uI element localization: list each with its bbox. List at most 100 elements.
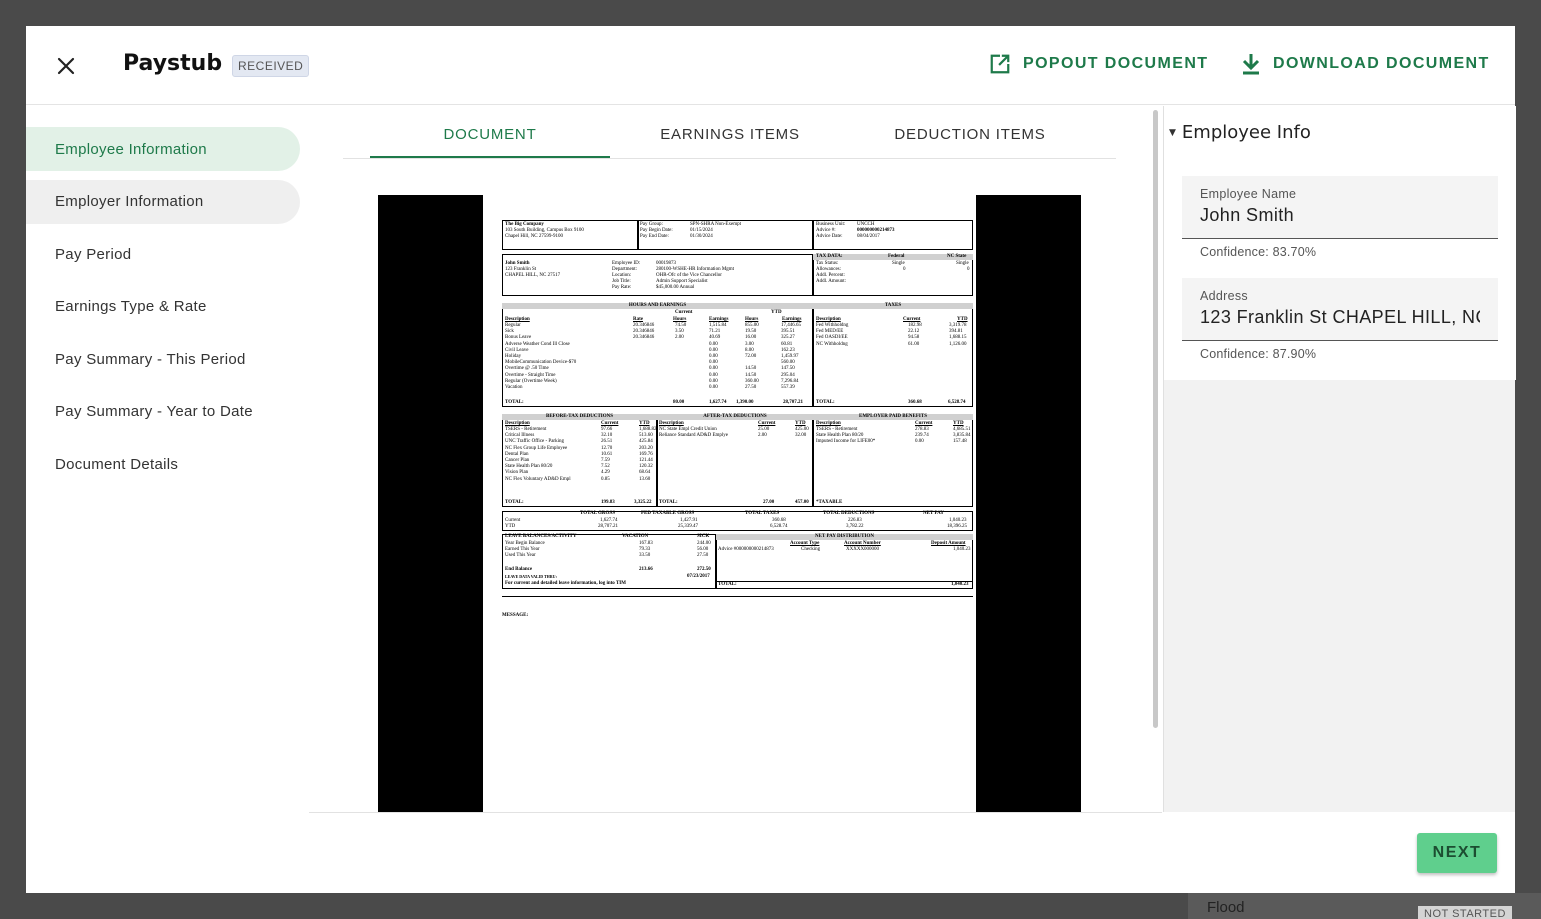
leave-cell: 272.50 — [697, 567, 711, 572]
document-viewer[interactable]: The Big Company 103 South Building, Camp… — [378, 195, 1081, 812]
earnings-cell: Adverse Weather Cond Ill Close — [505, 341, 570, 347]
net-pay-title: NET PAY DISTRIBUTION — [716, 534, 973, 540]
earnings-total-hours: 80.00 — [673, 400, 685, 405]
leave-cell: 244.00 — [697, 541, 711, 546]
after-tax-total-current: 27.00 — [763, 500, 775, 505]
deduction-cell: Imputed Income for LIFE00* — [816, 439, 876, 445]
nav-item-label: Document Details — [55, 455, 179, 473]
tax-cell: 1,126.00 — [949, 341, 967, 347]
tab-document[interactable]: DOCUMENT — [370, 114, 610, 158]
backdrop-status-badge: NOT STARTED — [1418, 906, 1512, 919]
employee-name-field[interactable]: Employee Name John Smith — [1182, 176, 1498, 239]
deduction-cell: 4,685.51 — [953, 427, 971, 432]
earnings-cell: 147.50 — [781, 366, 795, 372]
earnings-cell: Regular (Overtime Week) — [505, 378, 557, 384]
backdrop-flood-label: Flood — [1207, 899, 1245, 916]
document-scrollbar[interactable] — [1153, 110, 1158, 728]
nav-item-label: Earnings Type & Rate — [55, 298, 207, 315]
he-ytd-header: YTD — [771, 310, 782, 315]
download-icon — [1242, 54, 1260, 75]
nav-item-label: Pay Summary - This Period — [55, 350, 246, 368]
download-document-button[interactable]: DOWNLOAD DOCUMENT — [1241, 53, 1490, 75]
earnings-cell: 0.00 — [709, 341, 718, 347]
deduction-cell: TSERS - Retirement — [816, 427, 858, 432]
earnings-cell: 3.00 — [745, 341, 754, 347]
tax-cell: Fed MED/EE — [816, 329, 844, 335]
extraction-panel: ▼ Employee Info Employee Name John Smith… — [1163, 106, 1516, 812]
tax-cell: Fed OASDI/EE — [816, 335, 848, 341]
extraction-panel-content: ▼ Employee Info Employee Name John Smith… — [1164, 106, 1516, 380]
deduction-cell: 7.52 — [601, 464, 610, 470]
address-confidence: Confidence: 87.90% — [1200, 347, 1317, 361]
address-field[interactable]: Address 123 Franklin St CHAPEL HILL, NC … — [1182, 278, 1498, 341]
page-divider — [502, 596, 973, 597]
deduction-cell: 121.44 — [639, 458, 653, 463]
modal-header: Paystub RECEIVED POPOUT DOCUMENT DOWNLOA… — [26, 26, 1515, 105]
earnings-cell: 0.00 — [709, 347, 718, 353]
deduction-cell: 120.32 — [639, 464, 653, 470]
nav-item-pay-period[interactable]: Pay Period — [26, 232, 300, 276]
earnings-cell: 72.00 — [745, 354, 757, 359]
leave-cell: 213.66 — [639, 567, 653, 572]
net-pay-amount: 1,040.23 — [953, 547, 971, 552]
nav-item-document-details[interactable]: Document Details — [26, 442, 300, 486]
earnings-cell: 20.346846 — [633, 329, 655, 335]
address-label: Address — [1200, 289, 1248, 303]
earnings-cell: 0.00 — [709, 354, 718, 359]
nav-item-employee-information[interactable]: Employee Information — [26, 127, 300, 171]
address-value[interactable]: 123 Franklin St CHAPEL HILL, NC 2 — [1200, 307, 1480, 328]
leave-title: LEAVE BALANCES/ACTIVITY — [505, 534, 577, 539]
earnings-cell: 0.00 — [709, 360, 718, 366]
nav-item-label: Employee Information — [55, 140, 207, 158]
deduction-cell: Vision Plan — [505, 470, 529, 476]
nav-item-label: Pay Period — [55, 245, 132, 263]
earnings-cell: 7,296.84 — [781, 378, 799, 384]
tab-deduction-items[interactable]: DEDUCTION ITEMS — [850, 114, 1090, 158]
employee-info-toggle[interactable]: ▼ Employee Info — [1169, 122, 1311, 143]
deduction-cell: 26.51 — [601, 439, 613, 445]
deduction-cell: 4.29 — [601, 470, 610, 476]
deduction-cell: 425.00 — [795, 427, 809, 432]
deduction-cell: 68.64 — [639, 470, 651, 476]
earnings-cell: 20.346846 — [633, 335, 655, 341]
earnings-total-ytd: 28,707.21 — [783, 400, 803, 405]
close-button[interactable] — [54, 54, 78, 78]
page-title: Paystub — [123, 51, 223, 76]
deduction-cell: 13.60 — [639, 476, 651, 482]
earnings-total-earnings: 1,627.74 — [709, 400, 727, 405]
deduction-cell: 278.83 — [915, 427, 929, 432]
employee-name-value[interactable]: John Smith — [1200, 205, 1480, 226]
net-pay-type: Checking — [801, 547, 821, 552]
popout-document-button[interactable]: POPOUT DOCUMENT — [989, 53, 1208, 75]
hours-earnings-title: HOURS AND EARNINGS — [502, 303, 813, 309]
earnings-cell: 557.39 — [781, 385, 795, 390]
tab-earnings-items[interactable]: EARNINGS ITEMS — [610, 114, 850, 158]
tax-data-title: TAX DATA: — [816, 254, 843, 259]
nav-item-pay-summary-ytd[interactable]: Pay Summary - Year to Date — [26, 390, 300, 434]
nav-item-earnings-type-rate[interactable]: Earnings Type & Rate — [26, 285, 300, 329]
deduction-cell: 97.66 — [601, 427, 613, 432]
summary-ytd-value: 6,528.74 — [770, 524, 788, 529]
taxes-title: TAXES — [813, 303, 973, 309]
deduction-cell: 0.85 — [601, 476, 610, 482]
earnings-cell: Vacation — [505, 385, 523, 390]
nav-item-pay-summary-period[interactable]: Pay Summary - This Period — [26, 337, 300, 381]
earnings-cell: 27.50 — [745, 385, 757, 390]
next-button[interactable]: NEXT — [1417, 833, 1497, 873]
leave-cell: 27.50 — [697, 553, 709, 559]
nav-item-employer-information[interactable]: Employer Information — [26, 179, 300, 224]
earnings-cell: 855.00 — [745, 323, 759, 328]
earnings-cell: 74.50 — [675, 323, 687, 328]
pay-rate-label: Pay Rate: — [612, 285, 632, 290]
earnings-total-ytd-hours: 1,390.00 — [736, 400, 754, 405]
earnings-cell: Regular — [505, 323, 521, 328]
company-addr2: Chapel Hill, NC 27599-9100 — [505, 234, 564, 239]
after-tax-title: AFTER-TAX DEDUCTIONS — [657, 414, 813, 420]
deduction-cell: 425.84 — [639, 439, 653, 445]
leave-cell: 167.83 — [639, 541, 653, 546]
employee-name-confidence: Confidence: 83.70% — [1200, 245, 1317, 259]
earnings-cell: 3.50 — [675, 329, 684, 335]
earnings-cell: Holiday — [505, 354, 522, 359]
hours-earnings-box — [502, 303, 813, 407]
earnings-cell: Bonus Leave — [505, 335, 532, 341]
